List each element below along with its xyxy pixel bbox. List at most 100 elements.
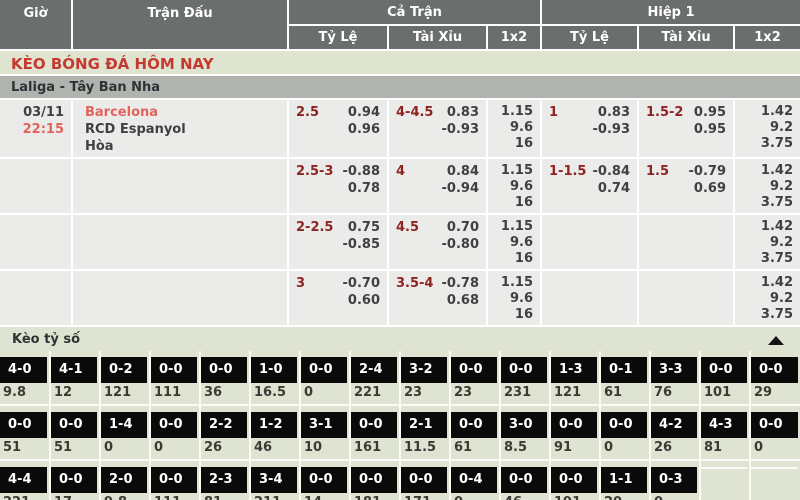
score-row: 4-40-02-00-02-33-40-00-00-00-40-00-01-10…	[0, 460, 800, 493]
handicap-value: 2-2.5	[296, 219, 333, 236]
odds-cell: 40.84-0.94	[388, 158, 487, 214]
collapse-up-icon[interactable]	[768, 336, 784, 345]
score-value: 121	[100, 383, 150, 405]
correct-score-section: Kèo tỷ số 4-04-10-20-00-01-00-02-43-20-0…	[0, 327, 800, 500]
score-value: 81	[700, 438, 750, 460]
score-value: 26	[650, 438, 700, 460]
1x2-cell: 1.159.616	[487, 214, 541, 270]
score-value: 51	[50, 438, 100, 460]
score-value: 221	[350, 383, 400, 405]
odds-value: 9.2	[742, 120, 793, 136]
score-value: 0	[750, 438, 800, 460]
score-value: 10	[300, 438, 350, 460]
odds-value: 0.68	[442, 292, 479, 309]
score-cell: 2-2	[201, 412, 247, 438]
handicap-value: 1-1.5	[549, 163, 586, 180]
handicap-value: 2.5-3	[296, 163, 333, 180]
score-cell	[701, 467, 747, 493]
score-cell: 0-0	[601, 412, 647, 438]
score-cell: 0-0	[751, 357, 798, 383]
handicap-value: 4	[396, 163, 405, 180]
odds-value: 9.2	[742, 179, 793, 195]
score-value: 231	[500, 383, 550, 405]
match-cell: BarcelonaRCD EspanyolHòa	[72, 100, 288, 158]
odds-value: 0.69	[689, 180, 726, 197]
score-value-row: 221179.81118121114181171046191200	[0, 493, 800, 500]
score-value: 0	[600, 438, 650, 460]
time-cell	[0, 158, 72, 214]
score-value: 23	[400, 383, 450, 405]
score-cell: 0-0	[351, 467, 397, 493]
col-header-half1: Hiệp 1	[541, 0, 800, 25]
odds-cell: 1-1.5-0.840.74	[541, 158, 638, 214]
odds-table: 03/1122:15BarcelonaRCD EspanyolHòa2.50.9…	[0, 100, 800, 327]
correct-score-grid: 4-04-10-20-00-01-00-02-43-20-00-01-30-13…	[0, 351, 800, 500]
score-cell: 0-0	[151, 412, 197, 438]
draw-label: Hòa	[85, 138, 280, 155]
score-value: 161	[350, 438, 400, 460]
odds-value: 1.15	[495, 275, 533, 291]
score-cell: 0-0	[401, 467, 447, 493]
odds-cell	[638, 270, 734, 326]
score-cell: 4-0	[0, 357, 47, 383]
score-cell: 0-0	[201, 357, 247, 383]
score-value	[750, 493, 800, 500]
odds-cell: 4.50.70-0.80	[388, 214, 487, 270]
odds-value: 3.75	[742, 251, 793, 267]
col-header-h1-handicap: Tỷ Lệ	[541, 25, 638, 50]
odds-value: 0.60	[343, 292, 380, 309]
score-cell: 2-0	[101, 467, 147, 493]
score-value: 26	[200, 438, 250, 460]
score-value: 8.5	[500, 438, 550, 460]
handicap-value: 1.5-2	[646, 104, 683, 121]
handicap-value: 1.5	[646, 163, 669, 180]
correct-score-title: Kèo tỷ số	[0, 327, 800, 351]
score-cell: 0-0	[0, 412, 47, 438]
time-cell	[0, 214, 72, 270]
odds-value: -0.78	[442, 275, 479, 292]
score-value: 16.5	[250, 383, 300, 405]
score-value: 17	[50, 493, 100, 500]
odds-value: 0.74	[593, 180, 630, 197]
score-cell: 4-4	[0, 467, 47, 493]
score-cell: 2-3	[201, 467, 247, 493]
odds-value: -0.93	[593, 121, 630, 138]
odds-value: 0.95	[694, 121, 726, 138]
odds-value: 9.6	[495, 291, 533, 307]
score-cell: 0-1	[601, 357, 647, 383]
home-team[interactable]: Barcelona	[85, 104, 280, 121]
score-value: 101	[700, 383, 750, 405]
odds-value: 0.70	[442, 219, 479, 236]
1x2-cell: 1.429.23.75	[734, 158, 800, 214]
score-cell: 0-0	[701, 357, 747, 383]
odds-value: 0.96	[348, 121, 380, 138]
score-value: 121	[550, 383, 600, 405]
odds-cell: 3.5-4-0.780.68	[388, 270, 487, 326]
score-value: 29	[750, 383, 800, 405]
score-cell: 0-0	[301, 467, 347, 493]
odds-value: 3.75	[742, 307, 793, 323]
col-header-ft-overunder: Tài Xỉu	[388, 25, 487, 50]
score-cell: 0-3	[651, 467, 697, 493]
score-value: 221	[0, 493, 50, 500]
score-cell: 1-2	[251, 412, 297, 438]
score-cell: 0-0	[501, 357, 547, 383]
score-cell: 0-2	[101, 357, 147, 383]
score-value: 111	[150, 383, 200, 405]
odds-cell: 1.5-0.790.69	[638, 158, 734, 214]
odds-value: -0.85	[343, 236, 380, 253]
match-time: 22:15	[7, 121, 64, 138]
odds-value: -0.93	[442, 121, 479, 138]
odds-table-header: Giờ Trận Đấu Cả Trận Hiệp 1 Tỷ Lệ Tài Xỉ…	[0, 0, 800, 51]
time-cell	[0, 270, 72, 326]
odds-value: 16	[495, 195, 533, 211]
col-header-time: Giờ	[0, 0, 72, 50]
handicap-value: 3	[296, 275, 305, 292]
away-team[interactable]: RCD Espanyol	[85, 121, 280, 138]
odds-value: 16	[495, 136, 533, 152]
score-cell: 0-0	[51, 412, 97, 438]
score-value	[700, 493, 750, 500]
score-cell: 0-0	[151, 357, 197, 383]
odds-value: 1.15	[495, 104, 533, 120]
odds-cell	[541, 270, 638, 326]
